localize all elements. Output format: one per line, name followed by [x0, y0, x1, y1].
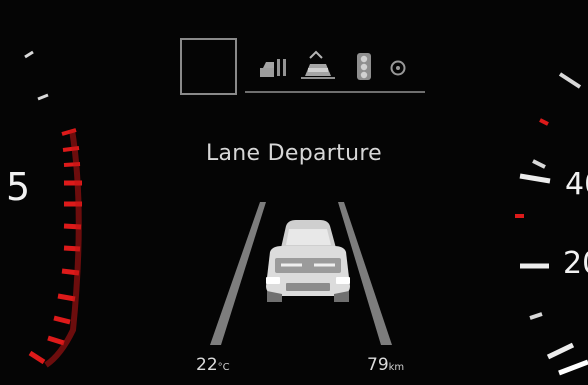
tach-tick [37, 93, 49, 101]
tach-red-tick [28, 350, 46, 365]
speedometer-number-40: 40 [565, 167, 588, 202]
tach-red-tick [53, 315, 71, 325]
temperature-value: 22 [196, 355, 218, 375]
speedometer-ticks [515, 72, 588, 376]
temperature-readout: 22°C [196, 355, 230, 375]
car-icon [266, 220, 350, 302]
speed-major-tick [519, 173, 551, 184]
tachometer-number: 5 [6, 165, 31, 209]
forward-collision-icon [301, 50, 335, 79]
speed-tick [558, 72, 582, 89]
speed-tick [529, 312, 543, 320]
lane-departure-graphic [210, 202, 392, 345]
left-lane-line [210, 202, 266, 345]
range-readout: 79km [367, 355, 404, 375]
range-value: 79 [367, 355, 389, 375]
screen-title: Lane Departure [205, 141, 383, 166]
blank-square-icon [180, 38, 237, 95]
indicator-icon-row [260, 50, 406, 80]
tach-red-tick [47, 335, 65, 346]
icon-divider [245, 91, 425, 93]
tach-red-tick [57, 293, 76, 302]
traffic-light-icon [357, 53, 371, 80]
range-unit: km [388, 362, 405, 373]
temperature-unit: °C [217, 362, 230, 373]
tach-tick [24, 50, 34, 59]
instrument-cluster: 5 40 20 Lane Departure 22°C [0, 0, 588, 385]
speedometer-number-20: 20 [563, 246, 588, 281]
speed-red-tick [539, 118, 549, 126]
small-gear-icon [390, 60, 406, 76]
speed-needle-edge [558, 359, 588, 376]
speed-major-tick [546, 342, 575, 360]
lane-keep-assist-icon [260, 59, 286, 77]
tachometer-ticks [24, 50, 82, 368]
